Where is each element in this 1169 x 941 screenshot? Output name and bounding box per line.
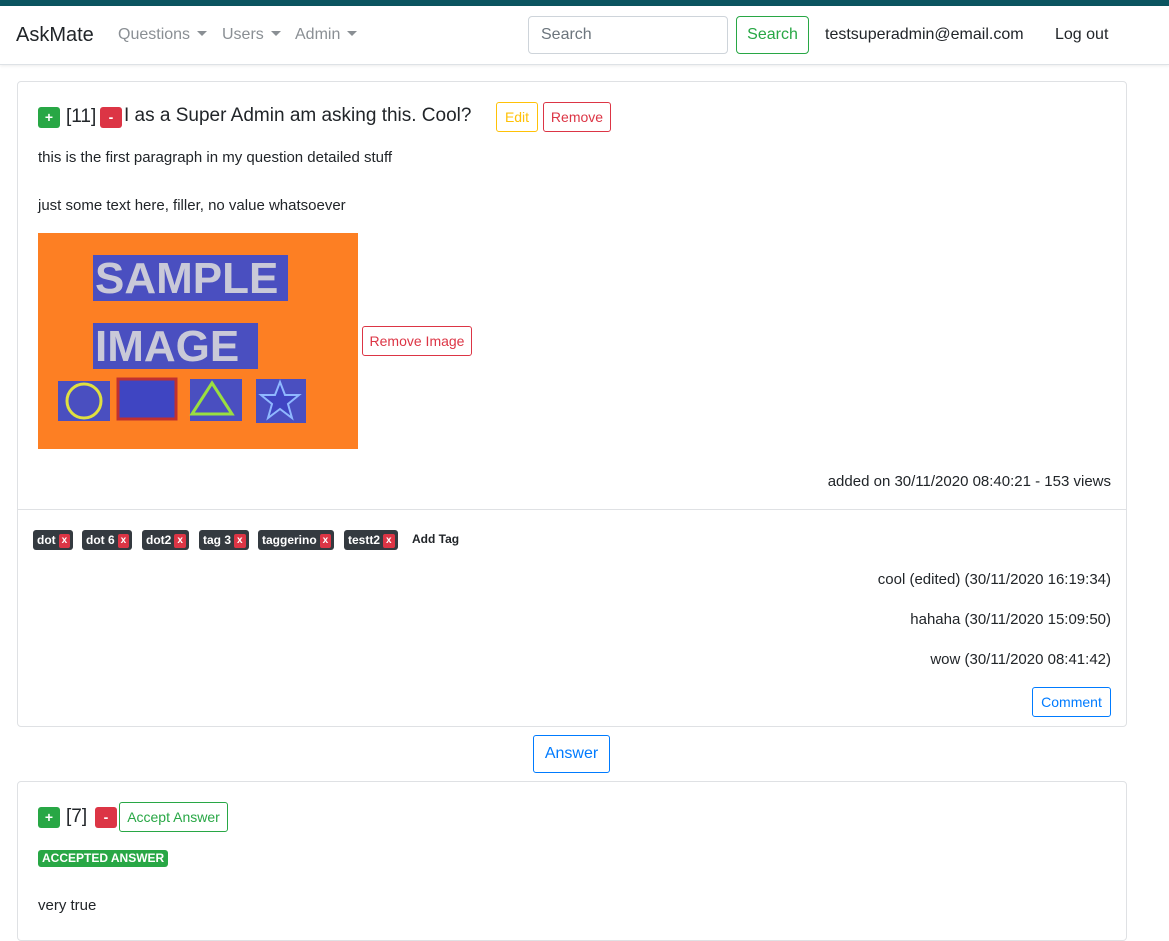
tag-label: dot2	[146, 533, 172, 547]
comment-item: wow (30/11/2020 08:41:42)	[930, 651, 1111, 668]
user-email-link[interactable]: testsuperadmin@email.com	[825, 26, 1024, 44]
nav-questions-label: Questions	[118, 26, 191, 43]
tag-badge[interactable]: dot x	[33, 530, 74, 550]
tag-badge[interactable]: dot 6x	[82, 530, 133, 550]
add-tag-link[interactable]: Add Tag	[412, 532, 459, 546]
caret-down-icon	[197, 31, 208, 36]
caret-down-icon	[347, 31, 358, 36]
question-score: [11]	[66, 106, 97, 127]
nav-admin-label: Admin	[295, 26, 341, 43]
tag-remove-button[interactable]: x	[58, 534, 71, 548]
tag-remove-button[interactable]: x	[117, 534, 130, 548]
search-button[interactable]: Search	[736, 16, 809, 54]
tag-badge[interactable]: tag 3x	[199, 530, 249, 550]
image-text-image: IMAGE	[95, 322, 239, 371]
tag-remove-button[interactable]: x	[174, 534, 186, 548]
tag-badge[interactable]: taggerino x	[258, 530, 335, 550]
answer-text: very true	[38, 897, 97, 914]
answer-upvote-button[interactable]: +	[38, 807, 60, 828]
remove-image-button[interactable]: Remove Image	[362, 326, 472, 356]
comment-button[interactable]: Comment	[1032, 687, 1111, 717]
answer-score: [7]	[66, 806, 88, 827]
question-meta: added on 30/11/2020 08:40:21 - 153 views	[827, 473, 1111, 490]
accept-answer-button[interactable]: Accept Answer	[119, 802, 228, 832]
nav-users-label: Users	[222, 26, 264, 43]
tag-label: taggerino	[262, 533, 317, 547]
tag-remove-button[interactable]: x	[319, 534, 332, 548]
search-input[interactable]	[528, 16, 728, 54]
nav-admin-dropdown[interactable]: Admin	[295, 26, 358, 44]
tag-remove-button[interactable]: x	[234, 534, 246, 548]
question-title: I as a Super Admin am asking this. Cool?	[124, 105, 472, 126]
brand-logo[interactable]: AskMate	[16, 24, 94, 47]
question-paragraph: just some text here, filler, no value wh…	[38, 197, 346, 214]
rectangle-shape-icon	[116, 377, 178, 421]
image-text-sample: SAMPLE	[95, 254, 278, 303]
circle-shape-icon	[65, 382, 103, 420]
question-downvote-button[interactable]: -	[100, 107, 122, 128]
card-divider	[18, 509, 1126, 510]
logout-link[interactable]: Log out	[1055, 26, 1108, 44]
answer-button[interactable]: Answer	[533, 735, 610, 773]
tag-label: dot	[37, 533, 56, 547]
question-upvote-button[interactable]: +	[38, 107, 60, 128]
comment-item: cool (edited) (30/11/2020 16:19:34)	[877, 571, 1111, 588]
question-image: SAMPLE IMAGE	[38, 233, 358, 449]
navbar: AskMate Questions Users Admin Search tes…	[0, 6, 1169, 65]
tag-label: testt2	[348, 533, 381, 547]
caret-down-icon	[270, 31, 281, 36]
tag-badge[interactable]: dot2 x	[142, 530, 189, 550]
nav-questions-dropdown[interactable]: Questions	[118, 26, 208, 44]
answer-downvote-button[interactable]: -	[95, 807, 117, 828]
question-paragraph: this is the first paragraph in my questi…	[38, 149, 393, 166]
sample-image-graphic: SAMPLE IMAGE	[58, 254, 306, 423]
nav-users-dropdown[interactable]: Users	[222, 26, 281, 44]
remove-question-button[interactable]: Remove	[543, 102, 611, 132]
tag-label: dot 6	[86, 533, 115, 547]
tag-badge[interactable]: testt2 x	[344, 530, 398, 550]
accepted-answer-badge: ACCEPTED ANSWER	[38, 850, 169, 867]
edit-question-button[interactable]: Edit	[496, 102, 538, 132]
tag-remove-button[interactable]: x	[383, 534, 395, 548]
tag-label: tag 3	[203, 533, 232, 547]
comment-item: hahaha (30/11/2020 15:09:50)	[910, 611, 1111, 628]
